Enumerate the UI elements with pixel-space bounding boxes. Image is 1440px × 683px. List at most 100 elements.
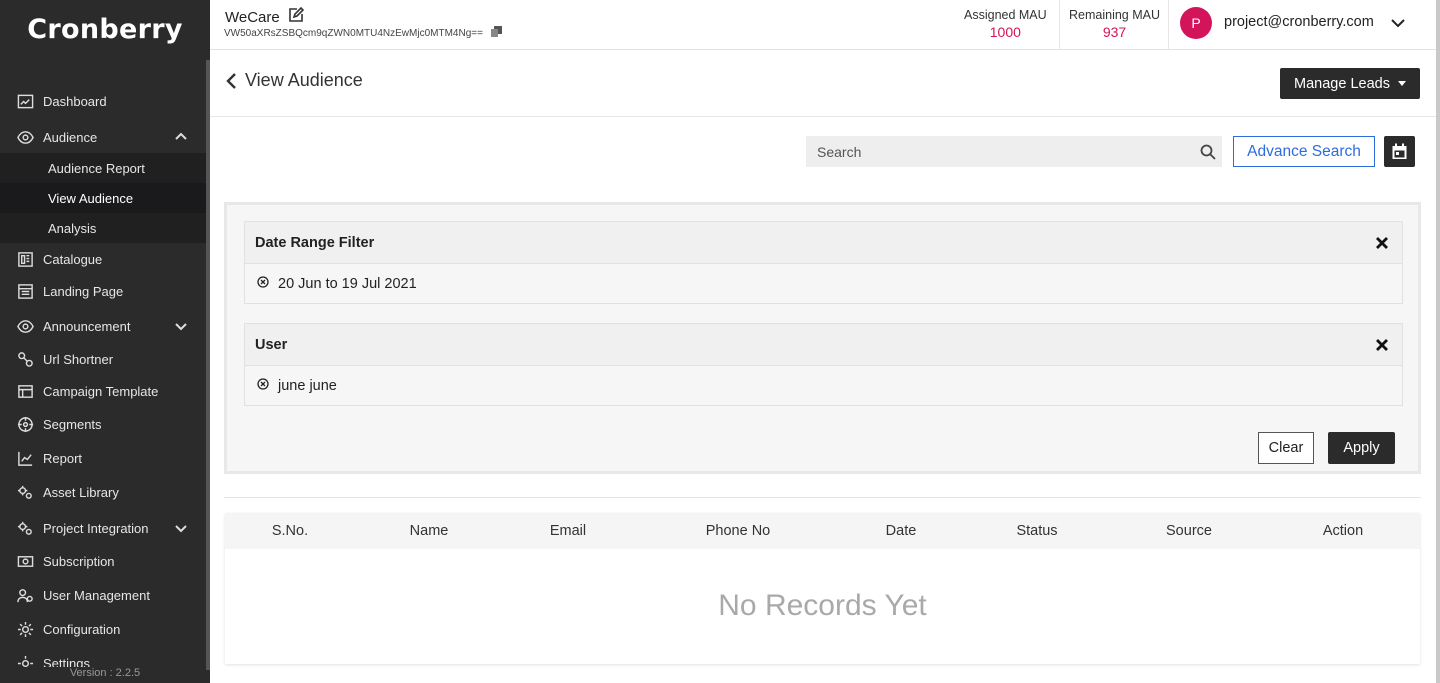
sidebar-item-report[interactable]: Report <box>0 442 210 474</box>
sidebar-item-catalogue[interactable]: Catalogue <box>0 243 210 275</box>
filter-chip: june june <box>245 366 1402 406</box>
audience-table: S.No. Name Email Phone No Date Status So… <box>225 513 1420 664</box>
remove-circle-icon[interactable] <box>257 276 269 288</box>
sidebar-item-audience-report[interactable]: Audience Report <box>0 153 210 183</box>
sidebar-item-label: Catalogue <box>43 251 103 267</box>
copy-icon[interactable] <box>483 26 502 40</box>
sidebar-item-view-audience[interactable]: View Audience <box>0 183 210 213</box>
column-header-email[interactable]: Email <box>528 513 608 549</box>
sidebar-item-label: Audience <box>43 129 98 145</box>
clear-button[interactable]: Clear <box>1258 432 1314 464</box>
top-header: WeCare VW50aXRsZSBQcm9qZWN0MTU4NzEwMjc0M… <box>210 0 1436 50</box>
remaining-mau-value: 937 <box>1102 24 1127 40</box>
report-chart-icon <box>16 449 34 467</box>
remove-circle-icon[interactable] <box>257 378 269 390</box>
sidebar-item-project-integration[interactable]: Project Integration <box>0 512 210 544</box>
column-header-phone[interactable]: Phone No <box>688 513 788 549</box>
manage-leads-button[interactable]: Manage Leads <box>1280 68 1420 99</box>
template-icon <box>16 382 34 400</box>
column-header-name[interactable]: Name <box>389 513 469 549</box>
search-box <box>806 136 1222 167</box>
sidebar-item-asset-library[interactable]: Asset Library <box>0 476 210 508</box>
chevron-down-icon[interactable] <box>174 521 188 535</box>
calendar-button[interactable] <box>1384 136 1415 167</box>
sidebar-item-audience[interactable]: Audience <box>0 121 210 153</box>
sidebar-item-user-management[interactable]: User Management <box>0 579 210 611</box>
page-scrollbar[interactable] <box>1436 0 1440 683</box>
filter-card-header: Date Range Filter <box>245 222 1402 264</box>
assigned-mau-label: Assigned MAU <box>964 8 1047 22</box>
eye-icon <box>16 317 34 335</box>
sidebar-item-configuration[interactable]: Configuration <box>0 613 210 645</box>
assigned-mau: Assigned MAU 1000 <box>964 8 1047 40</box>
filter-value: 20 Jun to 19 Jul 2021 <box>278 276 417 292</box>
project-name: WeCare <box>225 6 304 27</box>
sidebar-item-label: Announcement <box>43 318 131 334</box>
sidebar-item-label: Landing Page <box>43 283 124 299</box>
page-title: View Audience <box>245 70 363 90</box>
close-icon[interactable] <box>1375 236 1389 250</box>
sidebar-item-campaign-template[interactable]: Campaign Template <box>0 375 210 407</box>
sidebar: Cronberry Dashboard Audience Audience Re… <box>0 0 210 683</box>
dashboard-icon <box>16 92 34 110</box>
chevron-up-icon[interactable] <box>174 130 188 144</box>
sidebar-item-announcement[interactable]: Announcement <box>0 310 210 342</box>
back-arrow-icon[interactable] <box>224 72 238 90</box>
filter-value: june june <box>278 378 337 394</box>
audience-submenu: Audience Report View Audience Analysis <box>0 153 210 243</box>
chevron-down-icon[interactable] <box>1390 15 1406 31</box>
filter-chip: 20 Jun to 19 Jul 2021 <box>245 264 1402 304</box>
chevron-down-icon[interactable] <box>174 319 188 333</box>
divider <box>224 497 1421 498</box>
page-titlebar: View Audience Manage Leads <box>210 50 1436 117</box>
caret-down-icon <box>1397 81 1406 86</box>
column-header-date[interactable]: Date <box>861 513 941 549</box>
sidebar-item-label: Url Shortner <box>43 351 114 367</box>
version-label: Version : 2.2.5 <box>0 667 210 679</box>
filter-title: User <box>255 336 288 353</box>
landing-page-icon <box>16 282 34 300</box>
avatar[interactable]: P <box>1180 7 1212 39</box>
filter-panel: Date Range Filter 20 Jun to 19 Jul 2021 … <box>224 202 1421 474</box>
sidebar-item-subscription[interactable]: Subscription <box>0 545 210 577</box>
search-icon[interactable] <box>1200 144 1216 160</box>
column-header-action[interactable]: Action <box>1303 513 1383 549</box>
edit-icon[interactable] <box>280 6 304 27</box>
sidebar-nav: Dashboard Audience Audience Report View … <box>0 85 210 679</box>
sidebar-item-label: Report <box>43 450 83 466</box>
segments-icon <box>16 415 34 433</box>
sidebar-item-segments[interactable]: Segments <box>0 408 210 440</box>
filter-card-user: User june june <box>244 323 1403 406</box>
sidebar-scrollbar[interactable] <box>206 60 210 670</box>
catalogue-icon <box>16 250 34 268</box>
sidebar-item-label: Segments <box>43 416 102 432</box>
eye-icon <box>16 128 34 146</box>
sidebar-item-analysis[interactable]: Analysis <box>0 213 210 243</box>
assigned-mau-value: 1000 <box>989 24 1021 40</box>
sidebar-item-label: Configuration <box>43 621 121 637</box>
calendar-icon <box>1392 143 1407 159</box>
sidebar-item-label: Campaign Template <box>43 383 159 399</box>
manage-leads-label: Manage Leads <box>1294 75 1390 92</box>
user-email[interactable]: project@cronberry.com <box>1224 14 1374 30</box>
advance-search-button[interactable]: Advance Search <box>1233 136 1375 167</box>
app-root: Cronberry Dashboard Audience Audience Re… <box>0 0 1440 683</box>
sidebar-item-landing-page[interactable]: Landing Page <box>0 275 210 307</box>
filter-card-date-range: Date Range Filter 20 Jun to 19 Jul 2021 <box>244 221 1403 304</box>
sidebar-item-label: Project Integration <box>43 520 149 536</box>
header-divider <box>1059 0 1060 50</box>
brand-logo[interactable]: Cronberry <box>0 0 210 58</box>
column-header-source[interactable]: Source <box>1149 513 1229 549</box>
sidebar-item-label: Subscription <box>43 553 115 569</box>
sidebar-item-url-shortner[interactable]: Url Shortner <box>0 343 210 375</box>
column-header-sno[interactable]: S.No. <box>255 513 325 549</box>
gear-icon <box>16 620 34 638</box>
sidebar-item-dashboard[interactable]: Dashboard <box>0 85 210 117</box>
project-key-text: VW50aXRsZSBQcm9qZWN0MTU4NzEwMjc0MTM4Ng== <box>224 27 483 39</box>
table-header: S.No. Name Email Phone No Date Status So… <box>225 513 1420 549</box>
close-icon[interactable] <box>1375 338 1389 352</box>
users-gear-icon <box>16 586 34 604</box>
apply-button[interactable]: Apply <box>1328 432 1395 464</box>
search-input[interactable] <box>806 136 1200 167</box>
column-header-status[interactable]: Status <box>997 513 1077 549</box>
